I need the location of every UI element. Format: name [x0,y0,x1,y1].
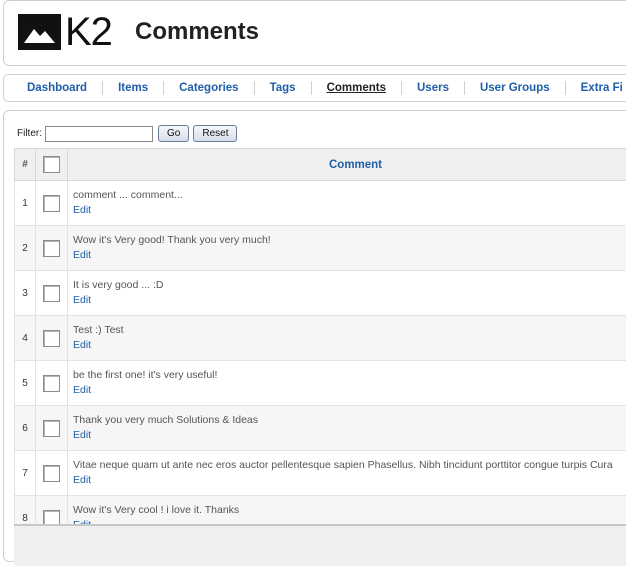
filter-row: Filter: Go Reset [17,125,237,142]
filter-label: Filter: [17,128,42,139]
mountain-icon [18,14,61,50]
tab-dashboard[interactable]: Dashboard [4,81,103,95]
row-checkbox[interactable] [43,240,60,257]
page-title: Comments [135,18,259,46]
comment-text: comment ... comment... [73,188,626,202]
row-number: 3 [15,271,36,316]
select-all-checkbox[interactable] [43,156,60,173]
row-number: 4 [15,316,36,361]
tab-items[interactable]: Items [103,81,164,95]
comment-text: Vitae neque quam ut ante nec eros auctor… [73,458,626,472]
edit-link[interactable]: Edit [73,202,626,218]
comments-panel: Filter: Go Reset # Comment 1 [3,110,626,562]
row-checkbox[interactable] [43,330,60,347]
row-checkbox[interactable] [43,195,60,212]
edit-link[interactable]: Edit [73,472,626,488]
edit-link[interactable]: Edit [73,247,626,263]
table-row: 3 It is very good ... :D Edit [15,271,626,316]
comments-table: # Comment 1 comment ... comment... Edit [14,148,626,541]
table-row: 5 be the first one! it's very useful! Ed… [15,361,626,406]
column-header-comment[interactable]: Comment [68,149,626,181]
k2-logo[interactable]: K2 [18,14,112,50]
logo-text: K2 [65,14,112,50]
main-nav: Dashboard Items Categories Tags Comments… [3,74,626,102]
row-checkbox[interactable] [43,285,60,302]
table-footer [14,524,626,566]
edit-link[interactable]: Edit [73,427,626,443]
header-bar: K2 Comments [3,0,626,66]
comment-text: It is very good ... :D [73,278,626,292]
row-number: 2 [15,226,36,271]
edit-link[interactable]: Edit [73,292,626,308]
tab-extra-fields[interactable]: Extra Fi [566,81,626,95]
table-row: 1 comment ... comment... Edit [15,181,626,226]
comment-text: Wow it's Very good! Thank you very much! [73,233,626,247]
reset-button[interactable]: Reset [193,125,237,142]
row-number: 6 [15,406,36,451]
column-header-number: # [15,149,36,181]
go-button[interactable]: Go [158,125,189,142]
table-row: 4 Test :) Test Edit [15,316,626,361]
row-number: 7 [15,451,36,496]
edit-link[interactable]: Edit [73,382,626,398]
comment-text: Wow it's Very cool ! i love it. Thanks [73,503,626,517]
tab-user-groups[interactable]: User Groups [465,81,566,95]
table-row: 6 Thank you very much Solutions & Ideas … [15,406,626,451]
filter-input[interactable] [45,126,153,142]
tab-users[interactable]: Users [402,81,465,95]
tab-tags[interactable]: Tags [255,81,312,95]
edit-link[interactable]: Edit [73,337,626,353]
table-row: 7 Vitae neque quam ut ante nec eros auct… [15,451,626,496]
column-header-select [36,149,68,181]
comment-text: Test :) Test [73,323,626,337]
tab-categories[interactable]: Categories [164,81,254,95]
table-row: 2 Wow it's Very good! Thank you very muc… [15,226,626,271]
row-checkbox[interactable] [43,420,60,437]
comment-text: Thank you very much Solutions & Ideas [73,413,626,427]
row-number: 1 [15,181,36,226]
row-checkbox[interactable] [43,465,60,482]
row-checkbox[interactable] [43,375,60,392]
tab-comments[interactable]: Comments [312,81,402,95]
row-number: 5 [15,361,36,406]
comment-text: be the first one! it's very useful! [73,368,626,382]
